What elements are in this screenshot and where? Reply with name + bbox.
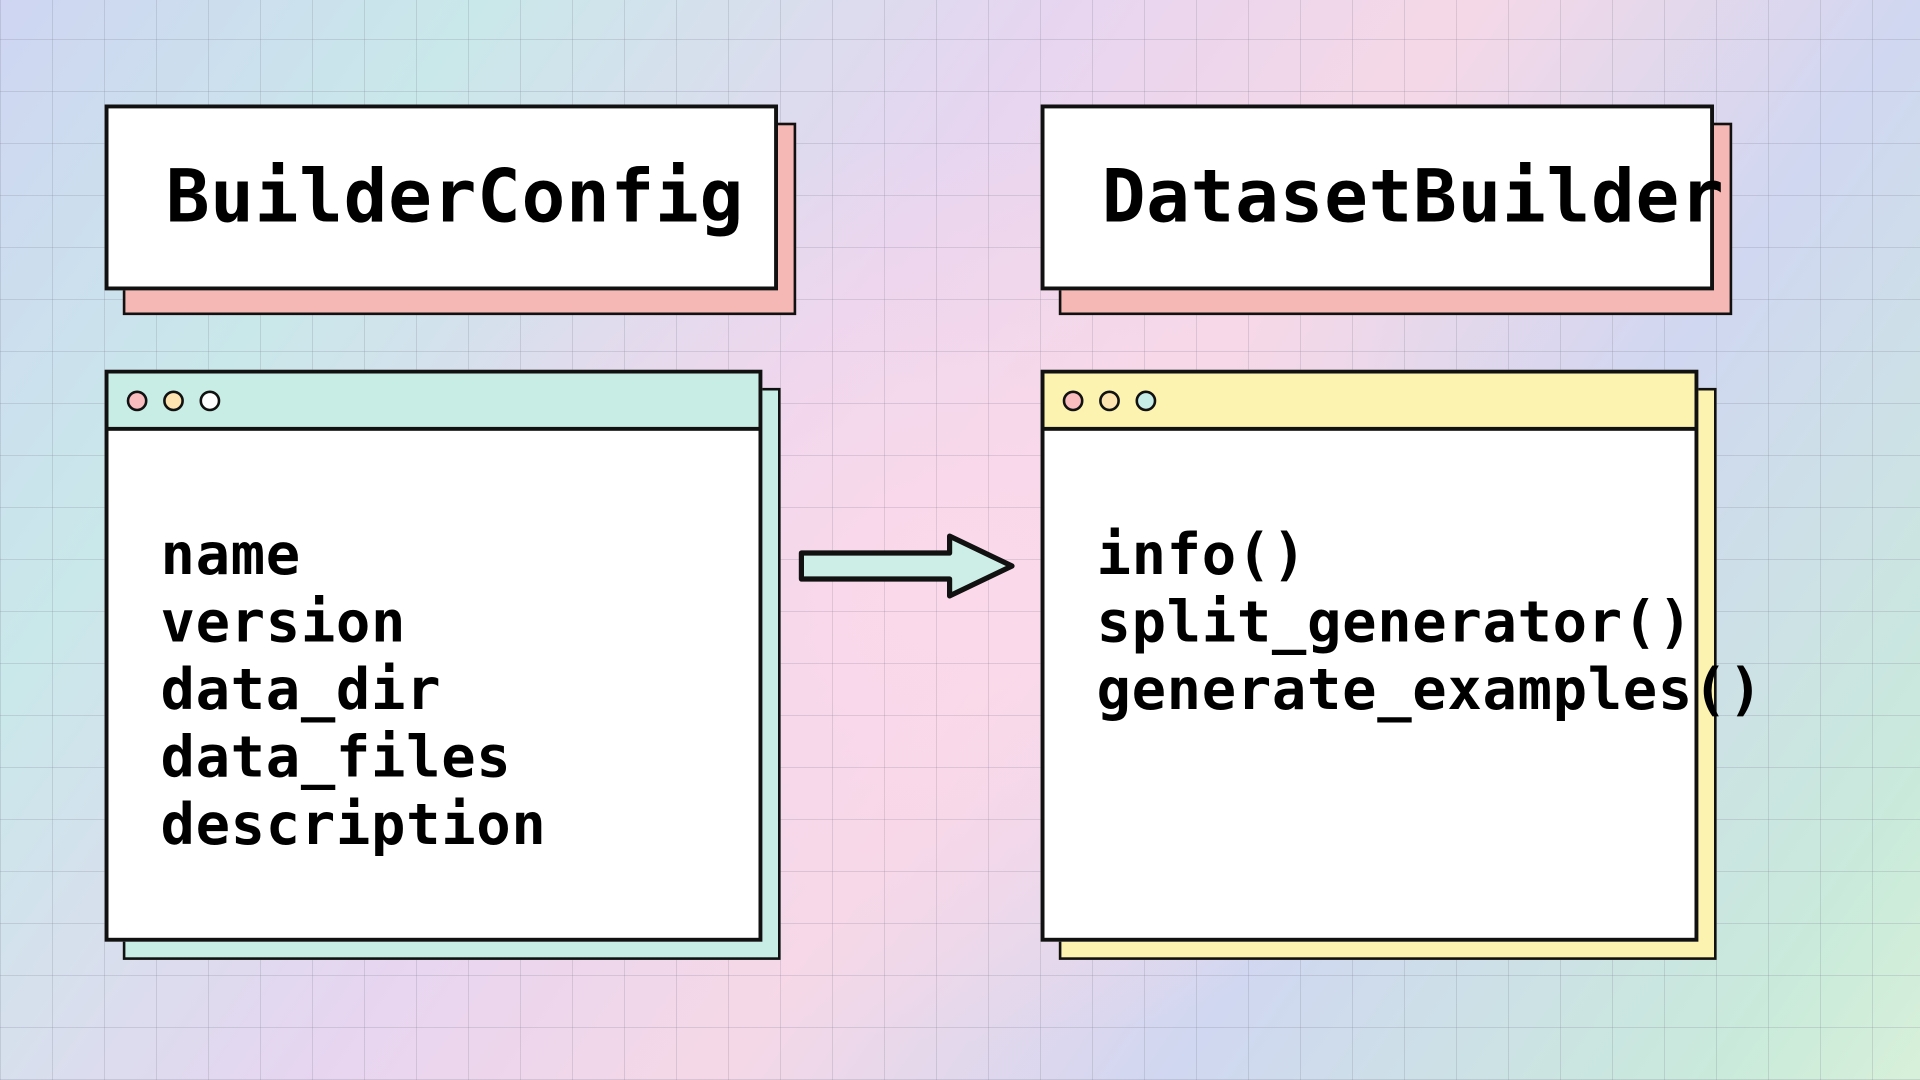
- traffic-light-icon: [1136, 390, 1157, 411]
- attribute-item: data_dir: [161, 657, 707, 724]
- title-card-builderconfig: BuilderConfig: [105, 105, 778, 297]
- window-builderconfig: name version data_dir data_files descrip…: [105, 370, 763, 942]
- attribute-item: description: [161, 792, 707, 859]
- title-label: BuilderConfig: [105, 105, 778, 291]
- window-titlebar: [109, 374, 759, 431]
- method-item: generate_examples(): [1097, 657, 1643, 724]
- traffic-light-icon: [1099, 390, 1120, 411]
- attribute-item: name: [161, 522, 707, 589]
- method-item: split_generator(): [1097, 589, 1643, 656]
- window-body: info() split_generator() generate_exampl…: [1045, 431, 1695, 763]
- arrow-icon: [796, 531, 1017, 601]
- title-label: DatasetBuilder: [1041, 105, 1714, 291]
- traffic-light-icon: [1063, 390, 1084, 411]
- diagram-stage: BuilderConfig DatasetBuilder name versio…: [1, 1, 1920, 1080]
- traffic-light-icon: [200, 390, 221, 411]
- traffic-light-icon: [163, 390, 184, 411]
- attribute-item: data_files: [161, 724, 707, 791]
- traffic-light-icon: [127, 390, 148, 411]
- window-frame: name version data_dir data_files descrip…: [105, 370, 763, 942]
- window-frame: info() split_generator() generate_exampl…: [1041, 370, 1699, 942]
- window-datasetbuilder: info() split_generator() generate_exampl…: [1041, 370, 1699, 942]
- arrow-shape: [801, 536, 1012, 596]
- window-titlebar: [1045, 374, 1695, 431]
- window-body: name version data_dir data_files descrip…: [109, 431, 759, 898]
- attribute-item: version: [161, 589, 707, 656]
- title-card-datasetbuilder: DatasetBuilder: [1041, 105, 1714, 297]
- method-item: info(): [1097, 522, 1643, 589]
